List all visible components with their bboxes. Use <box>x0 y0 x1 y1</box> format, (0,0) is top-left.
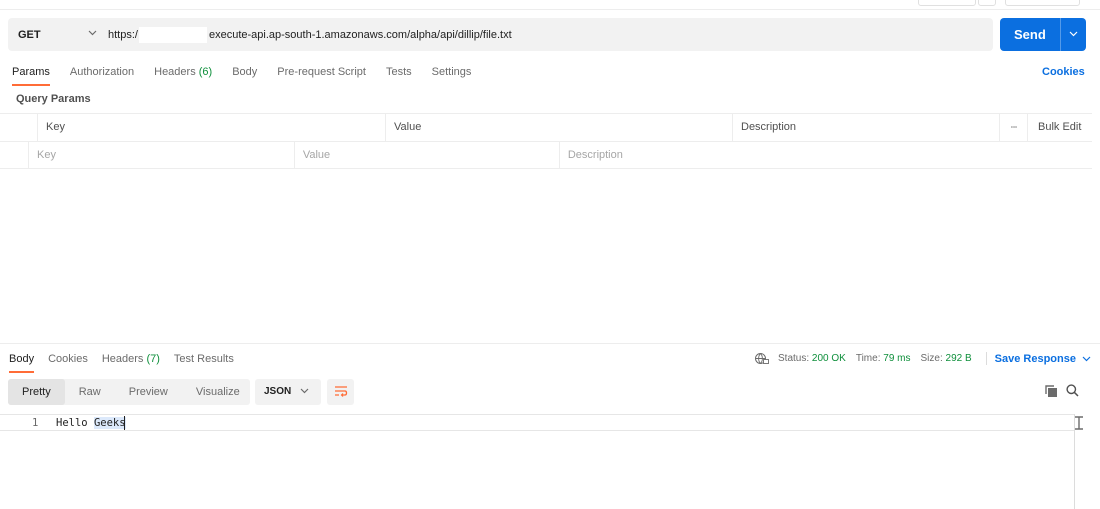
view-pretty[interactable]: Pretty <box>8 379 65 405</box>
search-icon[interactable] <box>1066 384 1079 397</box>
table-row: Key Value Description <box>0 141 1092 169</box>
selected-text: Geeks <box>93 417 126 429</box>
value-input[interactable]: Value <box>295 142 560 169</box>
cookies-link[interactable]: Cookies <box>1042 66 1085 78</box>
method-label: GET <box>18 28 41 41</box>
editor-line: 1 Hello Geeks <box>0 415 1075 431</box>
status-info[interactable]: Status: 200 OK <box>778 353 846 364</box>
chevron-down-icon <box>1079 353 1091 365</box>
url-path: execute-api.ap-south-1.amazonaws.com/alp… <box>208 28 512 41</box>
method-select[interactable]: GET <box>8 18 108 51</box>
tab-body[interactable]: Body <box>232 62 257 86</box>
column-header-description: Description <box>733 114 1000 141</box>
size-info[interactable]: Size: 292 B <box>921 353 972 364</box>
row-checkbox[interactable] <box>0 142 30 169</box>
url-prefix: https:/ <box>108 28 138 41</box>
pane-divider[interactable] <box>0 343 1100 344</box>
query-params-table: Key Value Description ∙∙∙ Bulk Edit Key … <box>0 113 1092 169</box>
response-time: 79 ms <box>883 353 911 364</box>
save-response-button[interactable]: Save Response <box>995 353 1091 365</box>
send-label: Send <box>1014 27 1046 42</box>
tab-params[interactable]: Params <box>12 62 50 86</box>
chevron-down-icon <box>88 28 97 39</box>
request-tabs: Params Authorization Headers (6) Body Pr… <box>12 62 491 86</box>
time-info[interactable]: Time: 79 ms <box>856 353 911 364</box>
description-input[interactable]: Description <box>560 142 1092 169</box>
response-body-editor[interactable]: 1 Hello Geeks <box>0 414 1075 509</box>
chevron-down-icon <box>300 386 309 397</box>
column-header-key: Key <box>38 114 386 141</box>
send-button[interactable]: Send <box>1000 18 1086 51</box>
table-header-row: Key Value Description ∙∙∙ Bulk Edit <box>0 113 1092 141</box>
url-input[interactable]: https:/ execute-api.ap-south-1.amazonaws… <box>108 26 512 43</box>
request-url-bar: GET https:/ execute-api.ap-south-1.amazo… <box>8 18 993 51</box>
wrap-lines-button[interactable] <box>327 379 354 405</box>
top-toolbar-strip <box>0 0 1100 10</box>
tab-authorization[interactable]: Authorization <box>70 62 134 86</box>
line-content: Hello Geeks <box>56 417 126 429</box>
column-header-value: Value <box>386 114 733 141</box>
tab-headers[interactable]: Headers (6) <box>154 62 212 86</box>
format-select[interactable]: JSON <box>255 379 321 405</box>
view-raw[interactable]: Raw <box>65 379 115 405</box>
line-number: 1 <box>32 417 39 429</box>
response-tabs: Body Cookies Headers (7) Test Results <box>9 349 248 373</box>
wrap-lines-icon <box>334 385 348 400</box>
toolbar-button-partial[interactable] <box>978 0 996 6</box>
status-code: 200 OK <box>811 353 846 364</box>
checkbox-column <box>0 114 38 141</box>
tab-response-cookies[interactable]: Cookies <box>48 349 88 373</box>
response-status-bar: Status: 200 OK Time: 79 ms Size: 292 B S… <box>754 352 1091 365</box>
redacted-region <box>138 26 207 43</box>
view-visualize[interactable]: Visualize <box>182 379 254 405</box>
response-size: 292 B <box>945 353 972 364</box>
tab-response-headers[interactable]: Headers (7) <box>102 349 160 373</box>
tab-test-results[interactable]: Test Results <box>174 349 234 373</box>
response-headers-count: (7) <box>146 353 160 365</box>
bulk-edit-button[interactable]: Bulk Edit <box>1028 114 1092 141</box>
status-divider <box>985 352 987 365</box>
query-params-title: Query Params <box>16 93 91 105</box>
headers-count: (6) <box>198 66 213 78</box>
more-options-icon[interactable]: ∙∙∙ <box>1000 114 1028 141</box>
text-caret <box>124 416 125 430</box>
toolbar-button-partial[interactable] <box>918 0 976 6</box>
format-select-value: JSON <box>264 386 292 397</box>
copy-icon[interactable] <box>1045 385 1057 397</box>
globe-icon[interactable] <box>754 352 770 365</box>
tab-pre-request-script[interactable]: Pre-request Script <box>277 62 366 86</box>
chevron-down-icon[interactable] <box>1061 29 1086 40</box>
key-input[interactable]: Key <box>29 142 295 169</box>
text-cursor-icon <box>1074 416 1084 430</box>
tab-tests[interactable]: Tests <box>386 62 412 86</box>
view-mode-tabs: Pretty Raw Preview Visualize <box>8 379 250 405</box>
tab-settings[interactable]: Settings <box>432 62 472 86</box>
toolbar-button-partial[interactable] <box>1005 0 1080 6</box>
view-preview[interactable]: Preview <box>115 379 182 405</box>
tab-response-body[interactable]: Body <box>9 349 35 373</box>
